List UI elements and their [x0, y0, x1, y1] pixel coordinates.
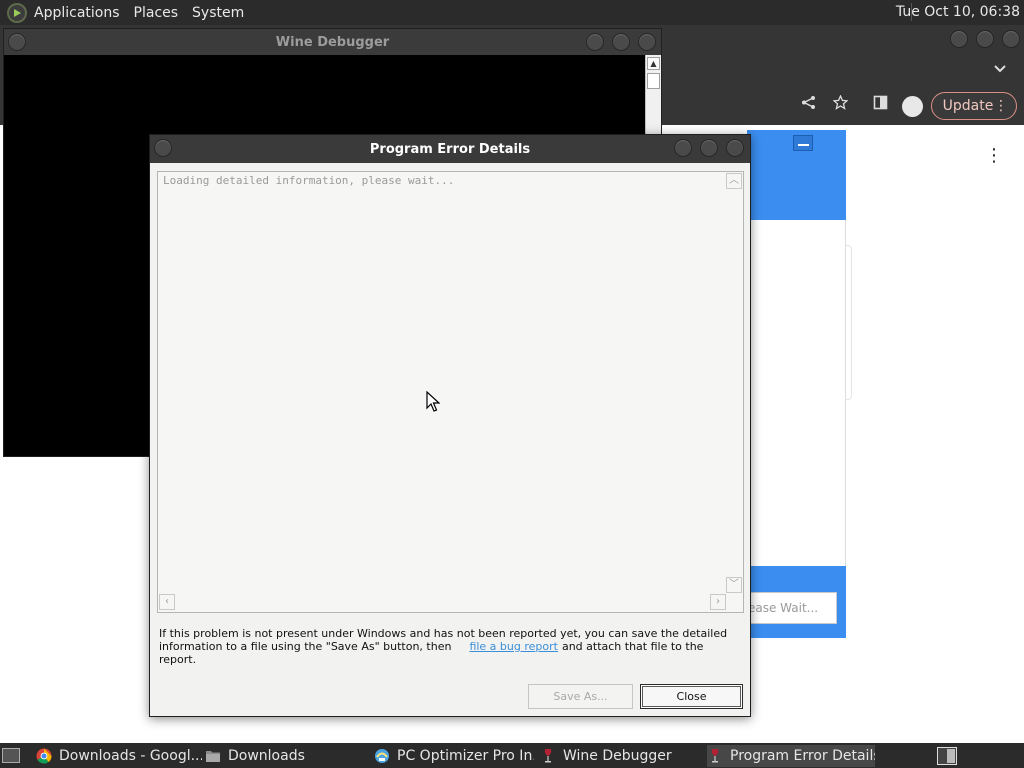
taskbar-item-label: PC Optimizer Pro In... [397, 748, 534, 764]
scroll-up-arrow-icon[interactable]: ▲ [647, 57, 660, 70]
taskbar-item-downloads-folder[interactable]: Downloads [205, 745, 365, 767]
page-more-icon[interactable]: ⋮ [985, 145, 1003, 166]
taskbar-item-chrome-downloads[interactable]: Downloads - Googl... [36, 745, 202, 767]
mouse-pointer-icon [426, 390, 441, 417]
profile-avatar[interactable] [902, 96, 923, 117]
browser-minimize-button[interactable] [950, 30, 968, 48]
clock[interactable]: Tue Oct 10, 06:38 [896, 4, 1020, 20]
menu-applications[interactable]: Applications [34, 5, 120, 21]
installer-minimize-button[interactable] [793, 135, 813, 151]
top-panel: Applications Places System Tue Oct 10, 0… [0, 0, 1024, 25]
bottom-taskbar: Downloads - Googl... Downloads PC Optimi… [0, 743, 1024, 768]
taskbar-item-label: Downloads - Googl... [59, 748, 202, 764]
info-message: If this problem is not present under Win… [159, 627, 739, 666]
taskbar-item-pc-optimizer[interactable]: PC Optimizer Pro In... [374, 745, 534, 767]
info-line-1: If this problem is not present under Win… [159, 627, 728, 640]
info-line-2-start: information to a file using the "Save As… [159, 640, 452, 653]
taskbar-item-wine-debugger[interactable]: Wine Debugger [540, 745, 700, 767]
error-dialog-title: Program Error Details [369, 141, 531, 157]
installer-window: ease Wait... [747, 130, 846, 638]
close-button[interactable]: Close [640, 684, 743, 709]
taskbar-item-label: Program Error Details [730, 748, 875, 764]
menu-system[interactable]: System [192, 5, 244, 21]
scroll-thumb[interactable] [647, 73, 660, 89]
installer-wait-button[interactable]: ease Wait... [747, 592, 837, 624]
browser-menu-icon[interactable]: ⋮ [994, 98, 1008, 114]
scroll-up-arrow-icon[interactable]: ︿ [726, 173, 742, 189]
taskbar-item-program-error-details[interactable]: Program Error Details [707, 745, 875, 767]
save-as-label: Save As... [553, 690, 608, 703]
wine-debugger-menu-button[interactable] [8, 33, 26, 51]
taskbar-item-label: Wine Debugger [563, 748, 672, 764]
wine-debugger-close-button[interactable] [638, 33, 656, 51]
error-dialog-minimize-button[interactable] [674, 139, 692, 157]
scroll-left-arrow-icon[interactable]: ‹ [159, 594, 175, 610]
info-line-2: information to a file using the "Save As… [159, 640, 739, 666]
browser-close-button[interactable] [1002, 30, 1020, 48]
taskbar-item-label: Downloads [228, 748, 305, 764]
workspace-switcher-icon[interactable] [937, 747, 957, 765]
close-label: Close [676, 690, 707, 703]
share-icon[interactable] [801, 95, 816, 114]
scroll-right-arrow-icon[interactable]: › [710, 594, 726, 610]
error-dialog-titlebar[interactable]: Program Error Details [150, 135, 750, 163]
browser-maximize-button[interactable] [976, 30, 994, 48]
folder-icon [205, 748, 221, 764]
side-panel-icon[interactable] [873, 95, 888, 114]
update-button[interactable]: Update ⋮ [931, 92, 1017, 120]
show-desktop-icon[interactable] [2, 748, 20, 763]
mate-logo-icon[interactable] [7, 2, 27, 23]
wine-icon [540, 748, 556, 764]
file-bug-report-link[interactable]: file a bug report [469, 640, 558, 653]
loading-text: Loading detailed information, please wai… [163, 174, 455, 187]
error-dialog-close-button[interactable] [726, 139, 744, 157]
details-text-area[interactable]: Loading detailed information, please wai… [157, 171, 744, 613]
tab-search-chevron-icon[interactable] [994, 63, 1006, 75]
wine-icon [707, 748, 723, 764]
error-dialog-maximize-button[interactable] [700, 139, 718, 157]
installer-wait-label: ease Wait... [748, 601, 819, 615]
wine-debugger-minimize-button[interactable] [586, 33, 604, 51]
menu-places[interactable]: Places [134, 5, 179, 21]
error-dialog-menu-button[interactable] [154, 139, 172, 157]
installer-icon [374, 748, 390, 764]
scroll-down-arrow-icon[interactable]: ﹀ [726, 577, 742, 593]
wine-debugger-maximize-button[interactable] [612, 33, 630, 51]
wine-debugger-title: Wine Debugger [275, 34, 390, 50]
update-button-label: Update [942, 98, 994, 114]
wine-debugger-titlebar[interactable]: Wine Debugger [4, 29, 661, 55]
program-error-details-dialog: Program Error Details Loading detailed i… [149, 134, 751, 717]
save-as-button[interactable]: Save As... [528, 684, 633, 709]
chrome-icon [36, 748, 52, 764]
bookmark-star-icon[interactable] [832, 94, 849, 114]
